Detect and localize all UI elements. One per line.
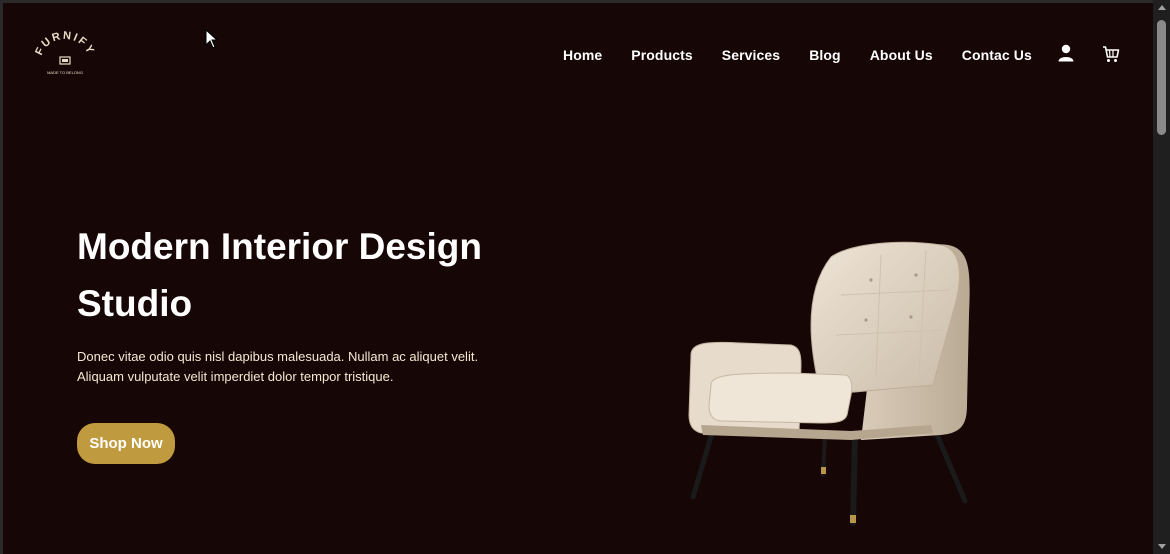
hero-title-line: Studio	[77, 283, 193, 324]
scroll-thumb[interactable]	[1157, 20, 1166, 135]
shop-now-button[interactable]: Shop Now	[77, 423, 175, 464]
nav-about-us[interactable]: About Us	[870, 47, 933, 63]
nav-products[interactable]: Products	[631, 47, 692, 63]
hero-title: Modern Interior Design Studio	[77, 218, 557, 332]
svg-text:MADE TO BELONG: MADE TO BELONG	[47, 70, 83, 75]
cart-icon[interactable]	[1102, 45, 1120, 63]
hero-text-line: Donec vitae odio quis nisl dapibus males…	[77, 349, 479, 364]
nav-contact-us[interactable]: Contac Us	[962, 47, 1032, 63]
user-icon[interactable]	[1058, 44, 1074, 62]
svg-text:FURNIFY: FURNIFY	[33, 31, 97, 57]
hero-description: Donec vitae odio quis nisl dapibus males…	[77, 347, 517, 387]
nav-services[interactable]: Services	[722, 47, 780, 63]
hero-text-line: Aliquam vulputate velit imperdiet dolor …	[77, 369, 394, 384]
vertical-scrollbar[interactable]	[1153, 0, 1170, 554]
nav-home[interactable]: Home	[563, 47, 602, 63]
nav-blog[interactable]: Blog	[809, 47, 841, 63]
armchair-image	[688, 241, 970, 526]
main-nav: Home Products Services Blog About Us Con…	[563, 47, 1061, 63]
hero-title-line: Modern Interior Design	[77, 226, 482, 267]
page: FURNIFY MADE TO BELONG Home Products Ser…	[3, 3, 1153, 554]
furnify-logo[interactable]: FURNIFY MADE TO BELONG	[33, 31, 97, 79]
scroll-down-arrow-icon[interactable]	[1158, 544, 1166, 549]
mouse-cursor	[205, 29, 219, 49]
scroll-up-arrow-icon[interactable]	[1158, 5, 1166, 10]
